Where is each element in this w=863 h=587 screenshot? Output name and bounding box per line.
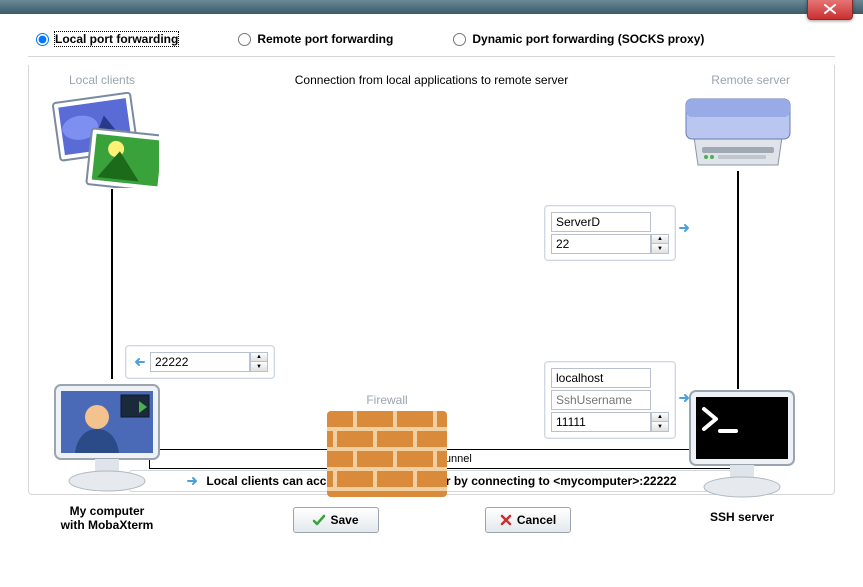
radio-remote-label: Remote port forwarding: [257, 32, 393, 46]
cross-icon: [499, 513, 513, 527]
description-label: Connection from local applications to re…: [229, 73, 634, 87]
ssh-server-group: ▲▼: [544, 361, 676, 439]
local-port-input[interactable]: [150, 352, 250, 372]
radio-dynamic-label: Dynamic port forwarding (SOCKS proxy): [472, 32, 704, 46]
arrow-right-icon: [678, 391, 692, 405]
save-label: Save: [330, 513, 358, 527]
local-port-group: ▲▼: [125, 345, 275, 379]
local-clients-label: Local clients: [69, 73, 135, 87]
diagram-panel: Local clients Connection from local appl…: [28, 65, 835, 495]
arrow-right-icon: [186, 474, 200, 488]
radio-dynamic-port-forwarding[interactable]: Dynamic port forwarding (SOCKS proxy): [453, 32, 704, 46]
arrow-right-icon: [678, 221, 692, 235]
ssh-port-spinner[interactable]: ▲▼: [651, 412, 669, 432]
line-remote: [737, 171, 739, 389]
line-local: [111, 189, 113, 379]
remote-server-label: Remote server: [711, 73, 790, 87]
local-clients-icon: [51, 92, 159, 188]
radio-local-input[interactable]: [36, 33, 49, 46]
with-mobaxterm-label: with MobaXterm: [47, 518, 167, 532]
local-port-spinner[interactable]: ▲▼: [250, 352, 268, 372]
remote-port-input[interactable]: [551, 234, 651, 254]
ssh-user-input[interactable]: [551, 390, 651, 410]
arrow-left-icon: [132, 355, 146, 369]
radio-remote-input[interactable]: [238, 33, 251, 46]
save-button[interactable]: Save: [293, 507, 379, 533]
my-computer-icon: My computer with MobaXterm: [47, 377, 167, 497]
my-computer-label: My computer: [47, 504, 167, 518]
cancel-button[interactable]: Cancel: [485, 507, 571, 533]
dialog-body: Local port forwarding Remote port forwar…: [0, 14, 863, 587]
remote-server-icon: [682, 93, 794, 173]
firewall-icon: Firewall: [325, 393, 449, 502]
remote-port-spinner[interactable]: ▲▼: [651, 234, 669, 254]
title-bar: [0, 0, 863, 14]
remote-server-group: ▲▼: [544, 205, 676, 261]
cancel-label: Cancel: [517, 513, 556, 527]
ssh-port-input[interactable]: [551, 412, 651, 432]
ssh-server-icon: SSH server: [682, 383, 802, 503]
close-icon: [823, 4, 837, 14]
radio-dynamic-input[interactable]: [453, 33, 466, 46]
radio-local-label: Local port forwarding: [55, 32, 178, 46]
forwarding-type-group: Local port forwarding Remote port forwar…: [28, 28, 835, 57]
ssh-host-input[interactable]: [551, 368, 651, 388]
ssh-server-label: SSH server: [682, 510, 802, 524]
firewall-label: Firewall: [325, 393, 449, 407]
radio-local-port-forwarding[interactable]: Local port forwarding: [36, 32, 178, 46]
remote-host-input[interactable]: [551, 212, 651, 232]
radio-remote-port-forwarding[interactable]: Remote port forwarding: [238, 32, 393, 46]
check-icon: [312, 513, 326, 527]
